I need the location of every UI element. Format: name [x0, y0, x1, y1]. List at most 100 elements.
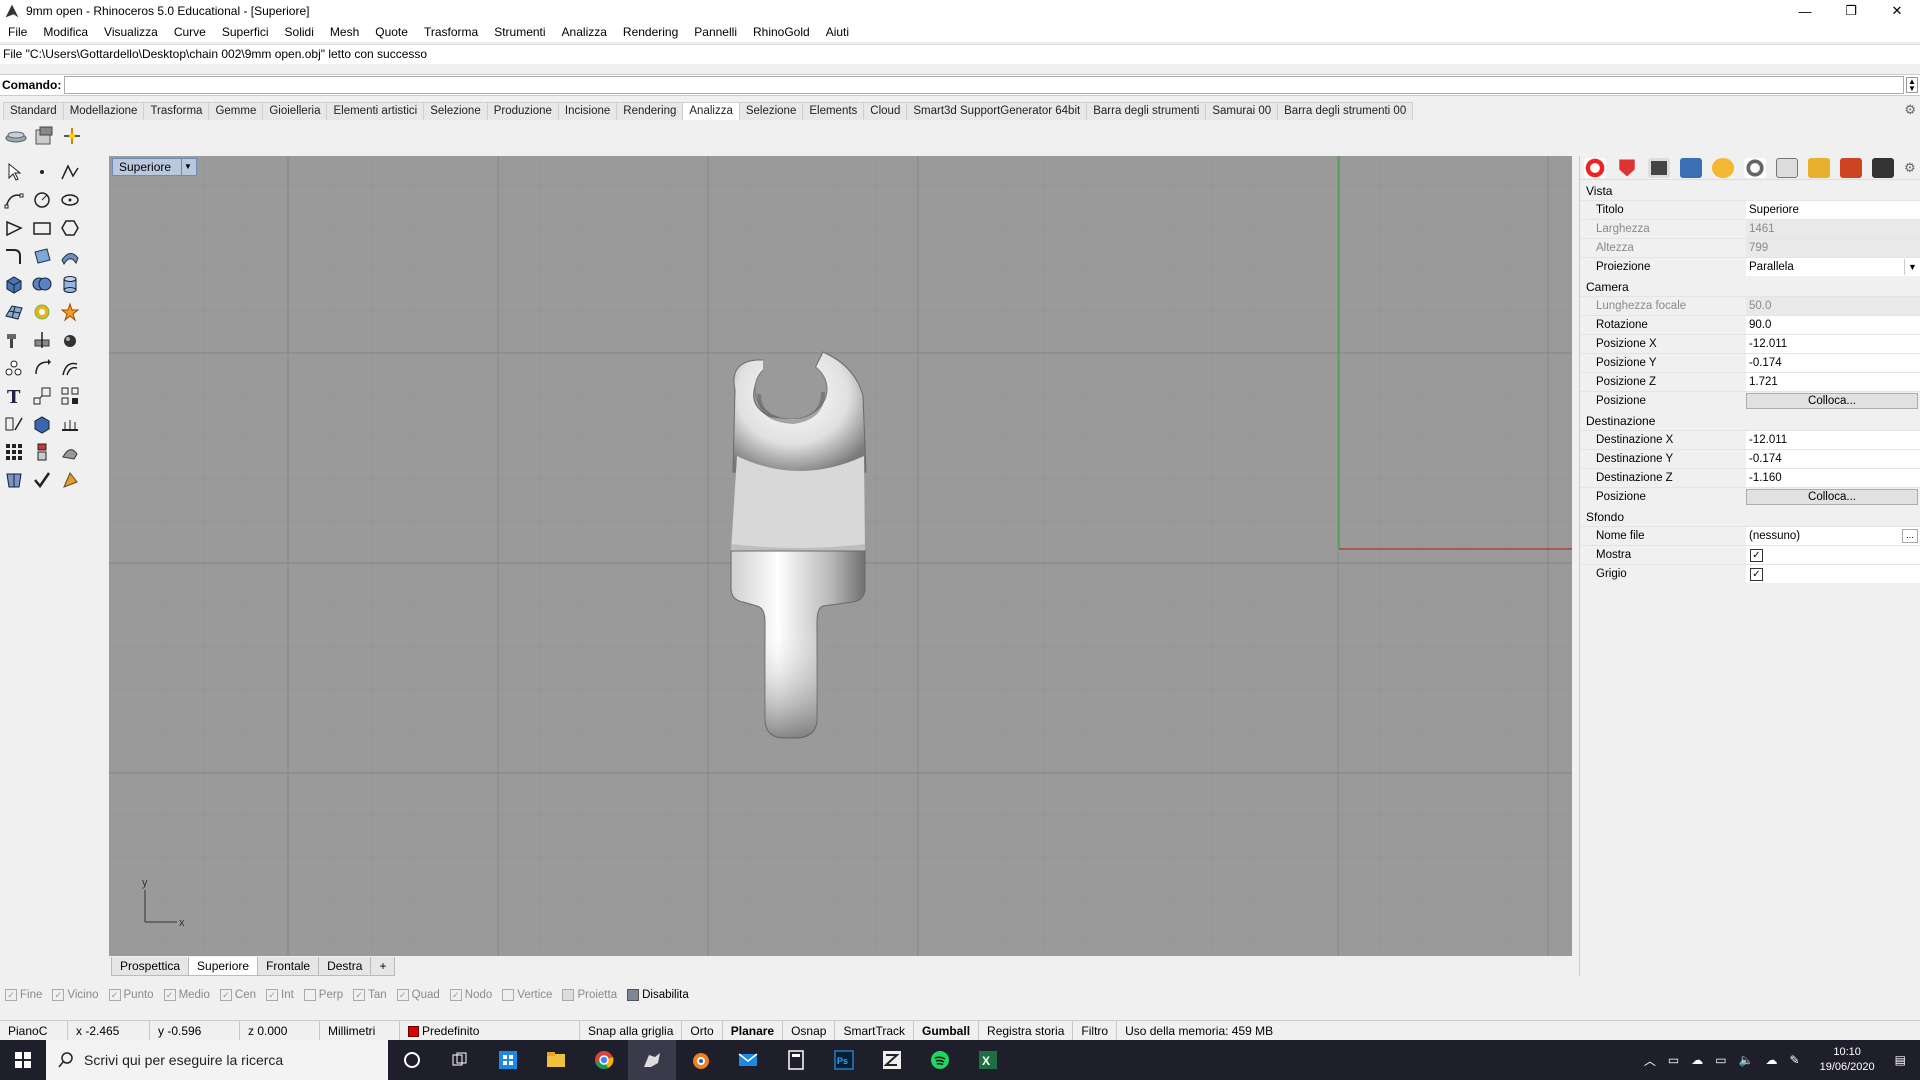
chevron-down-icon[interactable]: ▼ [1904, 259, 1920, 275]
osnap-nodo[interactable]: ✓ Nodo [449, 989, 492, 1001]
osnap-cen[interactable]: ✓ Cen [219, 989, 256, 1001]
check-icon[interactable] [30, 468, 54, 492]
destz-field[interactable]: -1.160 [1746, 469, 1920, 487]
grid-points-icon[interactable] [2, 440, 26, 464]
menu-quote[interactable]: Quote [367, 22, 416, 42]
viewport-superiore[interactable]: y x Superiore ▼ [109, 156, 1572, 956]
tab-rendering[interactable]: Rendering [616, 102, 684, 120]
materials-tab-icon[interactable] [1712, 157, 1734, 178]
polygon-icon[interactable] [2, 216, 26, 240]
group-icon[interactable] [2, 356, 26, 380]
rhino-taskbar-icon[interactable] [628, 1040, 676, 1080]
tab-barra-strumenti[interactable]: Barra degli strumenti [1086, 102, 1207, 120]
tab-barra-strumenti-00[interactable]: Barra degli strumenti 00 [1277, 102, 1414, 120]
tab-modellazione[interactable]: Modellazione [62, 102, 145, 120]
calculator-icon[interactable] [772, 1040, 820, 1080]
onedrive-icon[interactable]: ☁ [1766, 1053, 1778, 1067]
posx-field[interactable]: -12.011 [1746, 335, 1920, 353]
mesh-icon[interactable] [2, 300, 26, 324]
tab-superiore[interactable]: Superiore [188, 957, 259, 976]
cortana-icon[interactable] [388, 1040, 436, 1080]
move-hammer-icon[interactable] [2, 328, 26, 352]
rectangle-icon[interactable] [30, 216, 54, 240]
osnap-vertice[interactable]: Vertice [502, 989, 552, 1001]
colloca-camera-button[interactable]: Colloca... [1746, 393, 1918, 409]
units-indicator[interactable]: Millimetri [320, 1020, 400, 1041]
chrome-icon[interactable] [580, 1040, 628, 1080]
shade-icon[interactable] [58, 440, 82, 464]
taskbar-search[interactable]: Scrivi qui per eseguire la ricerca [46, 1040, 388, 1080]
posy-field[interactable]: -0.174 [1746, 354, 1920, 372]
ellipse-icon[interactable] [58, 188, 82, 212]
tab-frontale[interactable]: Frontale [257, 957, 320, 976]
destx-field[interactable]: -12.011 [1746, 431, 1920, 449]
boolean-union-icon[interactable] [30, 272, 54, 296]
battery-icon[interactable]: ▭ [1715, 1053, 1726, 1067]
osnap-quad[interactable]: ✓ Quad [396, 989, 440, 1001]
chevron-down-icon[interactable]: ▼ [181, 159, 192, 175]
display-tab-icon[interactable] [1648, 157, 1670, 178]
start-button[interactable] [0, 1040, 46, 1080]
explode-icon[interactable] [58, 300, 82, 324]
block-icon[interactable] [30, 412, 54, 436]
menu-aiuti[interactable]: Aiuti [818, 22, 857, 42]
command-history-spinner[interactable]: ▲ ▼ [1906, 77, 1918, 93]
rotate-icon[interactable] [30, 356, 54, 380]
chain-link-model[interactable] [730, 351, 867, 739]
osnap-punto[interactable]: ✓ Punto [108, 989, 154, 1001]
command-input[interactable] [64, 76, 1904, 94]
clock[interactable]: 10:10 19/06/2020 [1820, 1045, 1875, 1075]
planar-toggle[interactable]: Planare [723, 1020, 784, 1041]
osnap-proietta[interactable]: Proietta [562, 989, 617, 1001]
smarttrack-toggle[interactable]: SmartTrack [835, 1020, 915, 1041]
menu-pannelli[interactable]: Pannelli [686, 22, 745, 42]
rotazione-field[interactable]: 90.0 [1746, 316, 1920, 334]
browse-button[interactable]: ... [1902, 529, 1918, 543]
zbrush-icon[interactable] [868, 1040, 916, 1080]
gem-settings-icon[interactable] [30, 300, 54, 324]
menu-analizza[interactable]: Analizza [554, 22, 615, 42]
dimension-icon[interactable] [2, 412, 26, 436]
named-views-tab-icon[interactable] [1744, 157, 1766, 178]
mail-icon[interactable] [724, 1040, 772, 1080]
task-view-icon[interactable] [436, 1040, 484, 1080]
paint-icon[interactable] [58, 468, 82, 492]
titolo-field[interactable]: Superiore [1746, 201, 1920, 219]
gear-icon[interactable]: ⚙ [1904, 160, 1916, 176]
close-button[interactable]: ✕ [1874, 0, 1920, 22]
osnap-int[interactable]: ✓ Int [266, 989, 294, 1001]
mostra-checkbox[interactable]: ✓ [1750, 548, 1763, 562]
fillet-curve-icon[interactable] [2, 244, 26, 268]
material-ball-icon[interactable] [58, 328, 82, 352]
nomefile-field[interactable]: (nessuno)... [1746, 527, 1920, 545]
snap-toggle[interactable]: Snap alla griglia [580, 1020, 683, 1041]
blender-icon[interactable] [676, 1040, 724, 1080]
polyline-icon[interactable] [58, 160, 82, 184]
box-solid-icon[interactable] [2, 272, 26, 296]
tab-elements[interactable]: Elements [802, 102, 865, 120]
cplane-indicator[interactable]: PianoC [0, 1020, 68, 1041]
menu-superfici[interactable]: Superfici [214, 22, 277, 42]
cylinder-icon[interactable] [58, 272, 82, 296]
curvature-analysis-icon[interactable] [4, 124, 28, 148]
help-tab-icon[interactable] [1680, 157, 1702, 178]
filter-toggle[interactable]: Filtro [1073, 1020, 1118, 1041]
split-icon[interactable] [30, 328, 54, 352]
spotify-icon[interactable] [916, 1040, 964, 1080]
tab-gemme[interactable]: Gemme [208, 102, 264, 120]
tab-samurai[interactable]: Samurai 00 [1205, 102, 1279, 120]
draft-analysis-icon[interactable] [32, 124, 56, 148]
osnap-medio[interactable]: ✓ Medio [163, 989, 210, 1001]
store-icon[interactable] [484, 1040, 532, 1080]
current-layer[interactable]: Predefinito [400, 1020, 580, 1041]
sweep-surface-icon[interactable] [58, 244, 82, 268]
history-toggle[interactable]: Registra storia [979, 1020, 1074, 1041]
restore-button[interactable]: ❐ [1828, 0, 1874, 22]
add-viewport-button[interactable]: + [370, 957, 396, 976]
colloca-target-button[interactable]: Colloca... [1746, 489, 1918, 505]
desty-field[interactable]: -0.174 [1746, 450, 1920, 468]
excel-icon[interactable]: X [964, 1040, 1012, 1080]
menu-rendering[interactable]: Rendering [615, 22, 686, 42]
tab-smart3d[interactable]: Smart3d SupportGenerator 64bit [906, 102, 1088, 120]
tab-analizza[interactable]: Analizza [682, 102, 740, 120]
